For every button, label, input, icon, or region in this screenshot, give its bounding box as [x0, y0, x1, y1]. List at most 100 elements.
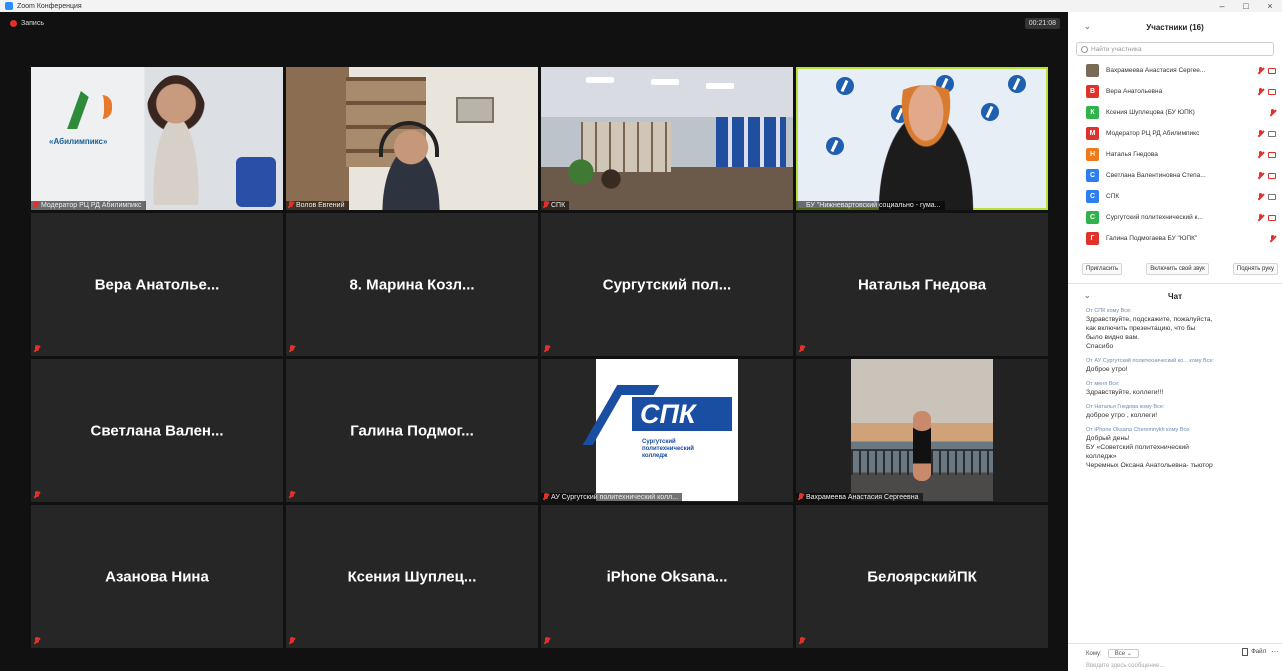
unmute-self-button[interactable]: Включить свой звук	[1146, 263, 1209, 275]
college-logo-icon	[836, 77, 854, 95]
avatar: Н	[1086, 148, 1099, 161]
muted-mic-icon	[544, 345, 550, 353]
message-text: Добрый день! БУ «Советский политехническ…	[1086, 435, 1213, 469]
participant-row[interactable]: Н Наталья Гнедова	[1068, 144, 1282, 165]
chat-title: Чат	[1168, 291, 1182, 301]
info-board	[716, 117, 786, 167]
tile-caption: Волов Евгений	[286, 201, 349, 210]
more-icon[interactable]: ⋯	[1271, 647, 1279, 656]
close-button[interactable]: ×	[1258, 1, 1282, 11]
college-logo-icon	[826, 137, 844, 155]
raise-hand-button[interactable]: Поднять руку	[1232, 263, 1278, 275]
participant-name: СПК	[1106, 193, 1120, 200]
tile-caption-text: Вахрамеева Анастасия Сергеевна	[806, 494, 919, 501]
profile-photo	[851, 359, 993, 501]
muted-mic-icon	[289, 637, 295, 645]
chat-message: От Наталья Гнедова кому Все: доброе утро …	[1086, 404, 1274, 420]
tile-caption-text: СПК	[551, 202, 566, 209]
avatar: В	[1086, 85, 1099, 98]
participant-video	[866, 85, 986, 210]
message-sender: От iPhone Oksana Cheremnykh кому Все:	[1086, 427, 1191, 433]
participant-name: Ксения Шуплецова (БУ ЮПК)	[1106, 109, 1195, 116]
muted-mic-icon	[289, 491, 295, 499]
name-tile[interactable]: Галина Подмог...	[286, 359, 538, 502]
participant-row[interactable]: Вахрамеева Анастасия Сергее...	[1068, 60, 1282, 81]
message-sender: От СПК кому Все:	[1086, 308, 1132, 314]
muted-mic-icon	[34, 345, 40, 353]
maximize-button[interactable]: □	[1234, 1, 1258, 11]
participants-header: ⌄ Участники (16)	[1068, 12, 1282, 42]
camera-off-icon	[1268, 214, 1276, 221]
participant-row[interactable]: С СПК	[1068, 186, 1282, 207]
name-tile[interactable]: Сургутский пол...	[541, 213, 793, 356]
participant-row[interactable]: В Вера Анатольевна	[1068, 81, 1282, 102]
chevron-down-icon[interactable]: ⌄	[1084, 22, 1091, 31]
participant-row[interactable]: К Ксения Шуплецова (БУ ЮПК)	[1068, 102, 1282, 123]
name-tile[interactable]: БелоярскийПК	[796, 505, 1048, 648]
name-tile[interactable]: Светлана Вален...	[31, 359, 283, 502]
record-icon	[10, 20, 17, 27]
participant-search-input[interactable]: Найти участника	[1076, 42, 1274, 56]
participant-name: Галина Подмог...	[350, 422, 474, 439]
participants-list: Вахрамеева Анастасия Сергее... В Вера Анат…	[1068, 60, 1282, 249]
tile-caption-text: АУ Сургутский политехнический колл...	[551, 494, 679, 501]
chat-composer: Кому: Все ⌄ Файл ⋯ Введите здесь сообщен…	[1068, 643, 1282, 671]
muted-mic-icon	[799, 345, 805, 353]
meeting-timer: 00:21:08	[1024, 18, 1060, 29]
video-tile-active-speaker[interactable]: БУ "Нижневартовский социально - гума...	[796, 67, 1048, 210]
recipient-select[interactable]: Все ⌄	[1107, 649, 1139, 658]
video-tile-photo[interactable]: Вахрамеева Анастасия Сергеевна	[796, 359, 1048, 502]
camera-icon	[1268, 130, 1276, 137]
chevron-down-icon[interactable]: ⌄	[1084, 291, 1091, 300]
muted-mic-icon	[543, 201, 549, 209]
participant-row[interactable]: С Светлана Валентиновна Степа...	[1068, 165, 1282, 186]
participant-status	[1248, 234, 1282, 243]
avatar: С	[1086, 169, 1099, 182]
muted-mic-icon	[1257, 213, 1264, 222]
chat-recipient: Кому: Все ⌄	[1086, 649, 1139, 658]
chat-message: От СПК кому Все: Здравствуйте, подскажите…	[1086, 308, 1274, 351]
muted-mic-icon	[1257, 66, 1264, 75]
muted-mic-icon	[1269, 234, 1276, 243]
tile-caption-text: Волов Евгений	[296, 202, 345, 209]
participant-row[interactable]: С Сургутский политехнический к...	[1068, 207, 1282, 228]
invite-button[interactable]: Пригласить	[1082, 263, 1123, 275]
participant-row[interactable]: М Модератор РЦ РД Абилимпикс	[1068, 123, 1282, 144]
participant-name: Светлана Валентиновна Степа...	[1106, 172, 1206, 179]
camera-off-icon	[1268, 172, 1276, 179]
name-tile[interactable]: iPhone Oksana...	[541, 505, 793, 648]
chair	[236, 157, 276, 207]
minimize-button[interactable]: –	[1210, 1, 1234, 11]
name-tile[interactable]: Вера Анатолье...	[31, 213, 283, 356]
message-text: Здравствуйте, подскажите, пожалуйста, ка…	[1086, 316, 1213, 350]
tile-caption: Вахрамеева Анастасия Сергеевна	[796, 493, 923, 502]
file-button[interactable]: Файл	[1242, 648, 1266, 656]
college-logo-icon	[1008, 75, 1026, 93]
name-tile[interactable]: 8. Марина Козл...	[286, 213, 538, 356]
name-tile[interactable]: Наталья Гнедова	[796, 213, 1048, 356]
file-label: Файл	[1251, 649, 1266, 655]
video-tile-spk[interactable]: СПК	[541, 67, 793, 210]
name-tile[interactable]: Ксения Шуплец...	[286, 505, 538, 648]
participant-status	[1248, 213, 1282, 222]
video-tile-volov[interactable]: Волов Евгений	[286, 67, 538, 210]
participant-name: Сургутский пол...	[602, 276, 732, 293]
participant-name: Сургутский политехнический к...	[1106, 214, 1203, 221]
participant-row[interactable]: Г Галина Подмогаева БУ "ЮПК"	[1068, 228, 1282, 249]
name-tile[interactable]: Азанова Нина	[31, 505, 283, 648]
participant-name: Азанова Нина	[105, 568, 209, 585]
muted-mic-icon	[799, 637, 805, 645]
participant-status	[1248, 171, 1282, 180]
muted-mic-icon	[289, 345, 295, 353]
participant-status	[1248, 87, 1282, 96]
chat-input[interactable]: Введите здесь сообщение...	[1086, 663, 1165, 669]
wall-frame	[456, 97, 494, 123]
video-tile-moderator[interactable]: «Абилимпикс» Модератор РЦ РД Абилимпикс	[31, 67, 283, 210]
video-tile-spk-logo[interactable]: СПК Сургутский политехнический колледж А…	[541, 359, 793, 502]
muted-mic-icon	[798, 493, 804, 501]
muted-mic-icon	[34, 637, 40, 645]
recording-indicator[interactable]: Запись	[10, 20, 44, 27]
participant-status	[1248, 192, 1282, 201]
to-label: Кому:	[1086, 650, 1102, 657]
participants-title: Участники (16)	[1146, 22, 1204, 32]
